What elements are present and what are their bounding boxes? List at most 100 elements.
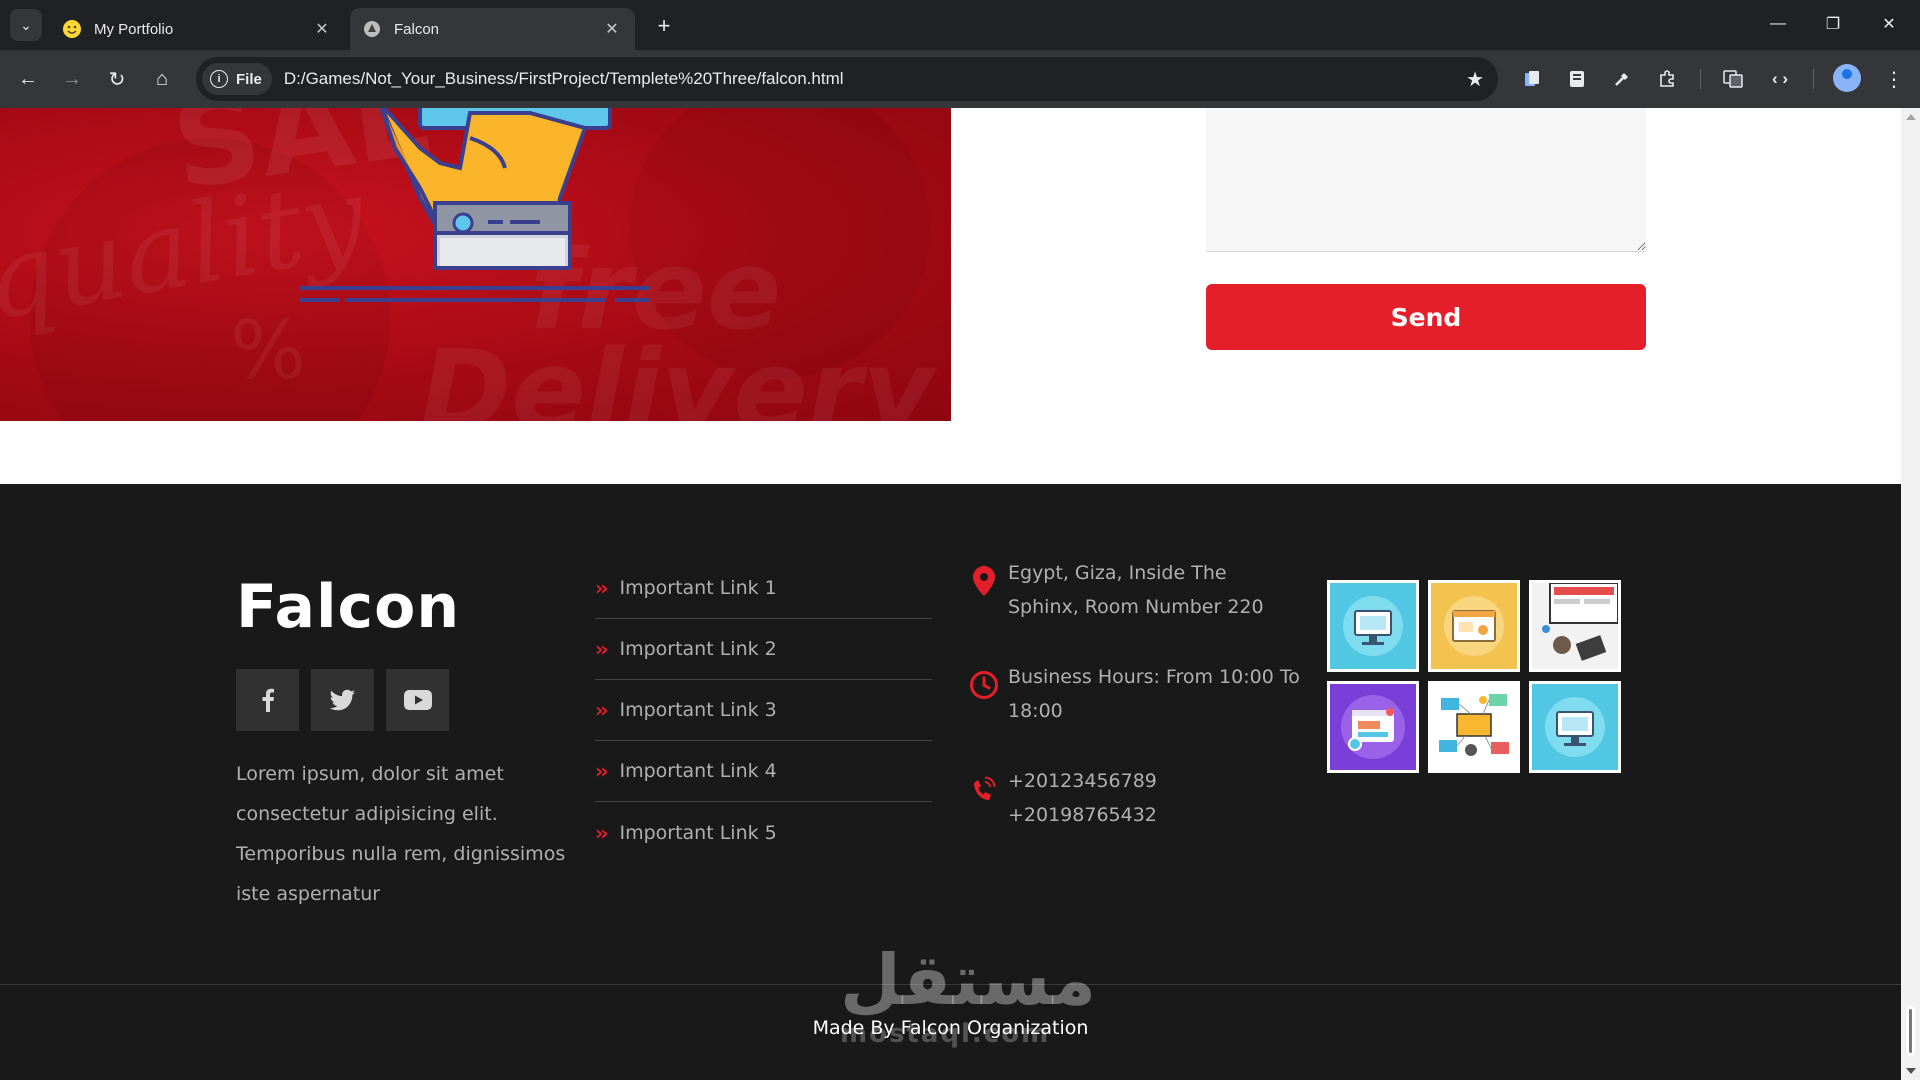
double-chevron-right-icon: ›› bbox=[595, 576, 609, 600]
double-chevron-right-icon: ›› bbox=[595, 637, 609, 661]
footer-link-5[interactable]: ›› Important Link 5 bbox=[595, 802, 932, 863]
gallery-image-2[interactable] bbox=[1428, 580, 1520, 672]
translate-icon[interactable] bbox=[1718, 64, 1748, 94]
svg-text:%: % bbox=[230, 304, 306, 397]
toolbar-separator bbox=[1813, 69, 1814, 89]
footer-link-4[interactable]: ›› Important Link 4 bbox=[595, 741, 932, 802]
facebook-button[interactable] bbox=[236, 669, 299, 731]
footer-link-3[interactable]: ›› Important Link 3 bbox=[595, 680, 932, 741]
gallery-image-4[interactable] bbox=[1327, 681, 1419, 773]
twitter-button[interactable] bbox=[311, 669, 374, 731]
footer-brand: Falcon bbox=[236, 572, 461, 642]
site-footer: Falcon Lorem ipsum, dolor sit amet conse… bbox=[0, 484, 1901, 1080]
hand-shopping-icon: SAL quality free Delivery % bbox=[0, 108, 938, 421]
close-window-button[interactable]: ✕ bbox=[1866, 6, 1912, 42]
send-button[interactable]: Send bbox=[1206, 284, 1646, 350]
contact-illustration: SAL quality free Delivery % bbox=[0, 108, 951, 421]
social-links bbox=[236, 669, 449, 731]
phone-ringing-icon bbox=[974, 776, 996, 800]
footer-link-label: Important Link 5 bbox=[619, 821, 777, 844]
forward-button[interactable]: → bbox=[56, 63, 88, 95]
address-bar[interactable]: i File D:/Games/Not_Your_Business/FirstP… bbox=[196, 57, 1498, 101]
browser-window-illustration bbox=[1444, 596, 1504, 656]
browser-tab-strip: ⌄ My Portfolio ✕ Falcon ✕ + — ❐ ✕ bbox=[0, 0, 1920, 50]
svg-text:Delivery: Delivery bbox=[420, 326, 938, 421]
hours-row: Business Hours: From 10:00 To 18:00 bbox=[960, 660, 1300, 728]
minimize-button[interactable]: — bbox=[1755, 6, 1801, 42]
page-scrollbar[interactable] bbox=[1901, 108, 1920, 1080]
browser-toolbar: ← → ↻ ⌂ i File D:/Games/Not_Your_Busines… bbox=[0, 50, 1920, 108]
close-tab-icon[interactable]: ✕ bbox=[311, 18, 333, 40]
footer-link-label: Important Link 3 bbox=[619, 699, 777, 721]
gallery-image-3[interactable] bbox=[1529, 580, 1621, 672]
tab-search-button[interactable]: ⌄ bbox=[10, 9, 42, 41]
arrow-left-icon: ← bbox=[18, 67, 38, 90]
business-infographic-illustration bbox=[1439, 694, 1509, 756]
clock-icon bbox=[970, 671, 998, 699]
footer-contact-info: Egypt, Giza, Inside The Sphinx, Room Num… bbox=[960, 556, 1300, 868]
desk-laptop-illustration bbox=[1542, 583, 1618, 661]
address-text: Egypt, Giza, Inside The Sphinx, Room Num… bbox=[1008, 562, 1264, 618]
eyedropper-icon[interactable] bbox=[1607, 64, 1637, 94]
smiley-icon bbox=[62, 19, 82, 39]
gallery-image-5[interactable] bbox=[1428, 681, 1520, 773]
gallery-image-1[interactable] bbox=[1327, 580, 1419, 672]
double-chevron-right-icon: ›› bbox=[595, 759, 609, 783]
tab-title: Falcon bbox=[394, 20, 440, 38]
footer-gallery bbox=[1327, 580, 1621, 773]
browser-menu-icon[interactable]: ⋮ bbox=[1880, 64, 1908, 94]
home-icon: ⌂ bbox=[155, 67, 169, 90]
hours-text: Business Hours: From 10:00 To 18:00 bbox=[1008, 666, 1300, 722]
bookmark-star-icon[interactable]: ★ bbox=[1466, 67, 1484, 92]
page-viewport: SAL quality free Delivery % Send Falcon … bbox=[0, 108, 1901, 1080]
scroll-up-arrow-icon[interactable] bbox=[1906, 114, 1916, 120]
scrollbar-thumb[interactable] bbox=[1906, 1006, 1915, 1056]
app-window-illustration bbox=[1341, 695, 1405, 759]
new-tab-button[interactable]: + bbox=[650, 12, 678, 40]
restore-button[interactable]: ❐ bbox=[1810, 6, 1856, 42]
devtools-code-icon[interactable]: ‹ › bbox=[1765, 64, 1795, 94]
phone-number-2[interactable]: +20198765432 bbox=[1008, 798, 1157, 832]
computer-illustration bbox=[1545, 697, 1605, 757]
footer-link-label: Important Link 4 bbox=[619, 760, 777, 782]
footer-link-label: Important Link 1 bbox=[619, 577, 777, 599]
footer-link-label: Important Link 2 bbox=[619, 638, 777, 660]
gallery-image-6[interactable] bbox=[1529, 681, 1621, 773]
extensions-puzzle-icon[interactable] bbox=[1652, 64, 1682, 94]
map-pin-icon bbox=[973, 566, 995, 596]
footer-about-text: Lorem ipsum, dolor sit amet consectetur … bbox=[236, 763, 566, 905]
message-textarea[interactable] bbox=[1206, 108, 1646, 252]
close-tab-icon[interactable]: ✕ bbox=[601, 18, 623, 40]
contact-form: Send bbox=[1206, 108, 1646, 350]
site-info-chip[interactable]: i File bbox=[202, 63, 272, 95]
phone-row: +20123456789 +20198765432 bbox=[960, 764, 1300, 832]
info-icon: i bbox=[210, 70, 228, 88]
toolbar-separator bbox=[1700, 69, 1701, 89]
footer-links: ›› Important Link 1 ›› Important Link 2 … bbox=[595, 558, 932, 863]
youtube-icon bbox=[403, 690, 432, 710]
mostaql-watermark-logo: مستقل bbox=[840, 939, 1097, 1021]
profile-avatar[interactable] bbox=[1833, 64, 1861, 92]
double-chevron-right-icon: ›› bbox=[595, 698, 609, 722]
address-row: Egypt, Giza, Inside The Sphinx, Room Num… bbox=[960, 556, 1300, 624]
url-text[interactable]: D:/Games/Not_Your_Business/FirstProject/… bbox=[284, 69, 844, 89]
double-chevron-right-icon: ›› bbox=[595, 820, 609, 845]
facebook-icon bbox=[262, 688, 274, 712]
youtube-button[interactable] bbox=[386, 669, 449, 731]
chevron-down-icon: ⌄ bbox=[20, 16, 32, 33]
footer-copyright: Made By Falcon Organization bbox=[812, 1017, 1089, 1039]
tab-my-portfolio[interactable]: My Portfolio ✕ bbox=[50, 8, 345, 50]
phone-numbers: +20123456789 +20198765432 bbox=[1008, 764, 1157, 832]
tab-falcon[interactable]: Falcon ✕ bbox=[350, 8, 635, 50]
phone-number-1[interactable]: +20123456789 bbox=[1008, 764, 1157, 798]
footer-link-1[interactable]: ›› Important Link 1 bbox=[595, 558, 932, 619]
falcon-icon bbox=[362, 19, 382, 39]
tab-title: My Portfolio bbox=[94, 20, 174, 38]
reload-button[interactable]: ↻ bbox=[101, 63, 133, 95]
footer-link-2[interactable]: ›› Important Link 2 bbox=[595, 619, 932, 680]
scroll-down-arrow-icon[interactable] bbox=[1906, 1068, 1916, 1074]
home-button[interactable]: ⌂ bbox=[146, 63, 178, 95]
extension-reader-icon[interactable] bbox=[1562, 64, 1592, 94]
extension-files-icon[interactable] bbox=[1517, 64, 1547, 94]
back-button[interactable]: ← bbox=[12, 63, 44, 95]
